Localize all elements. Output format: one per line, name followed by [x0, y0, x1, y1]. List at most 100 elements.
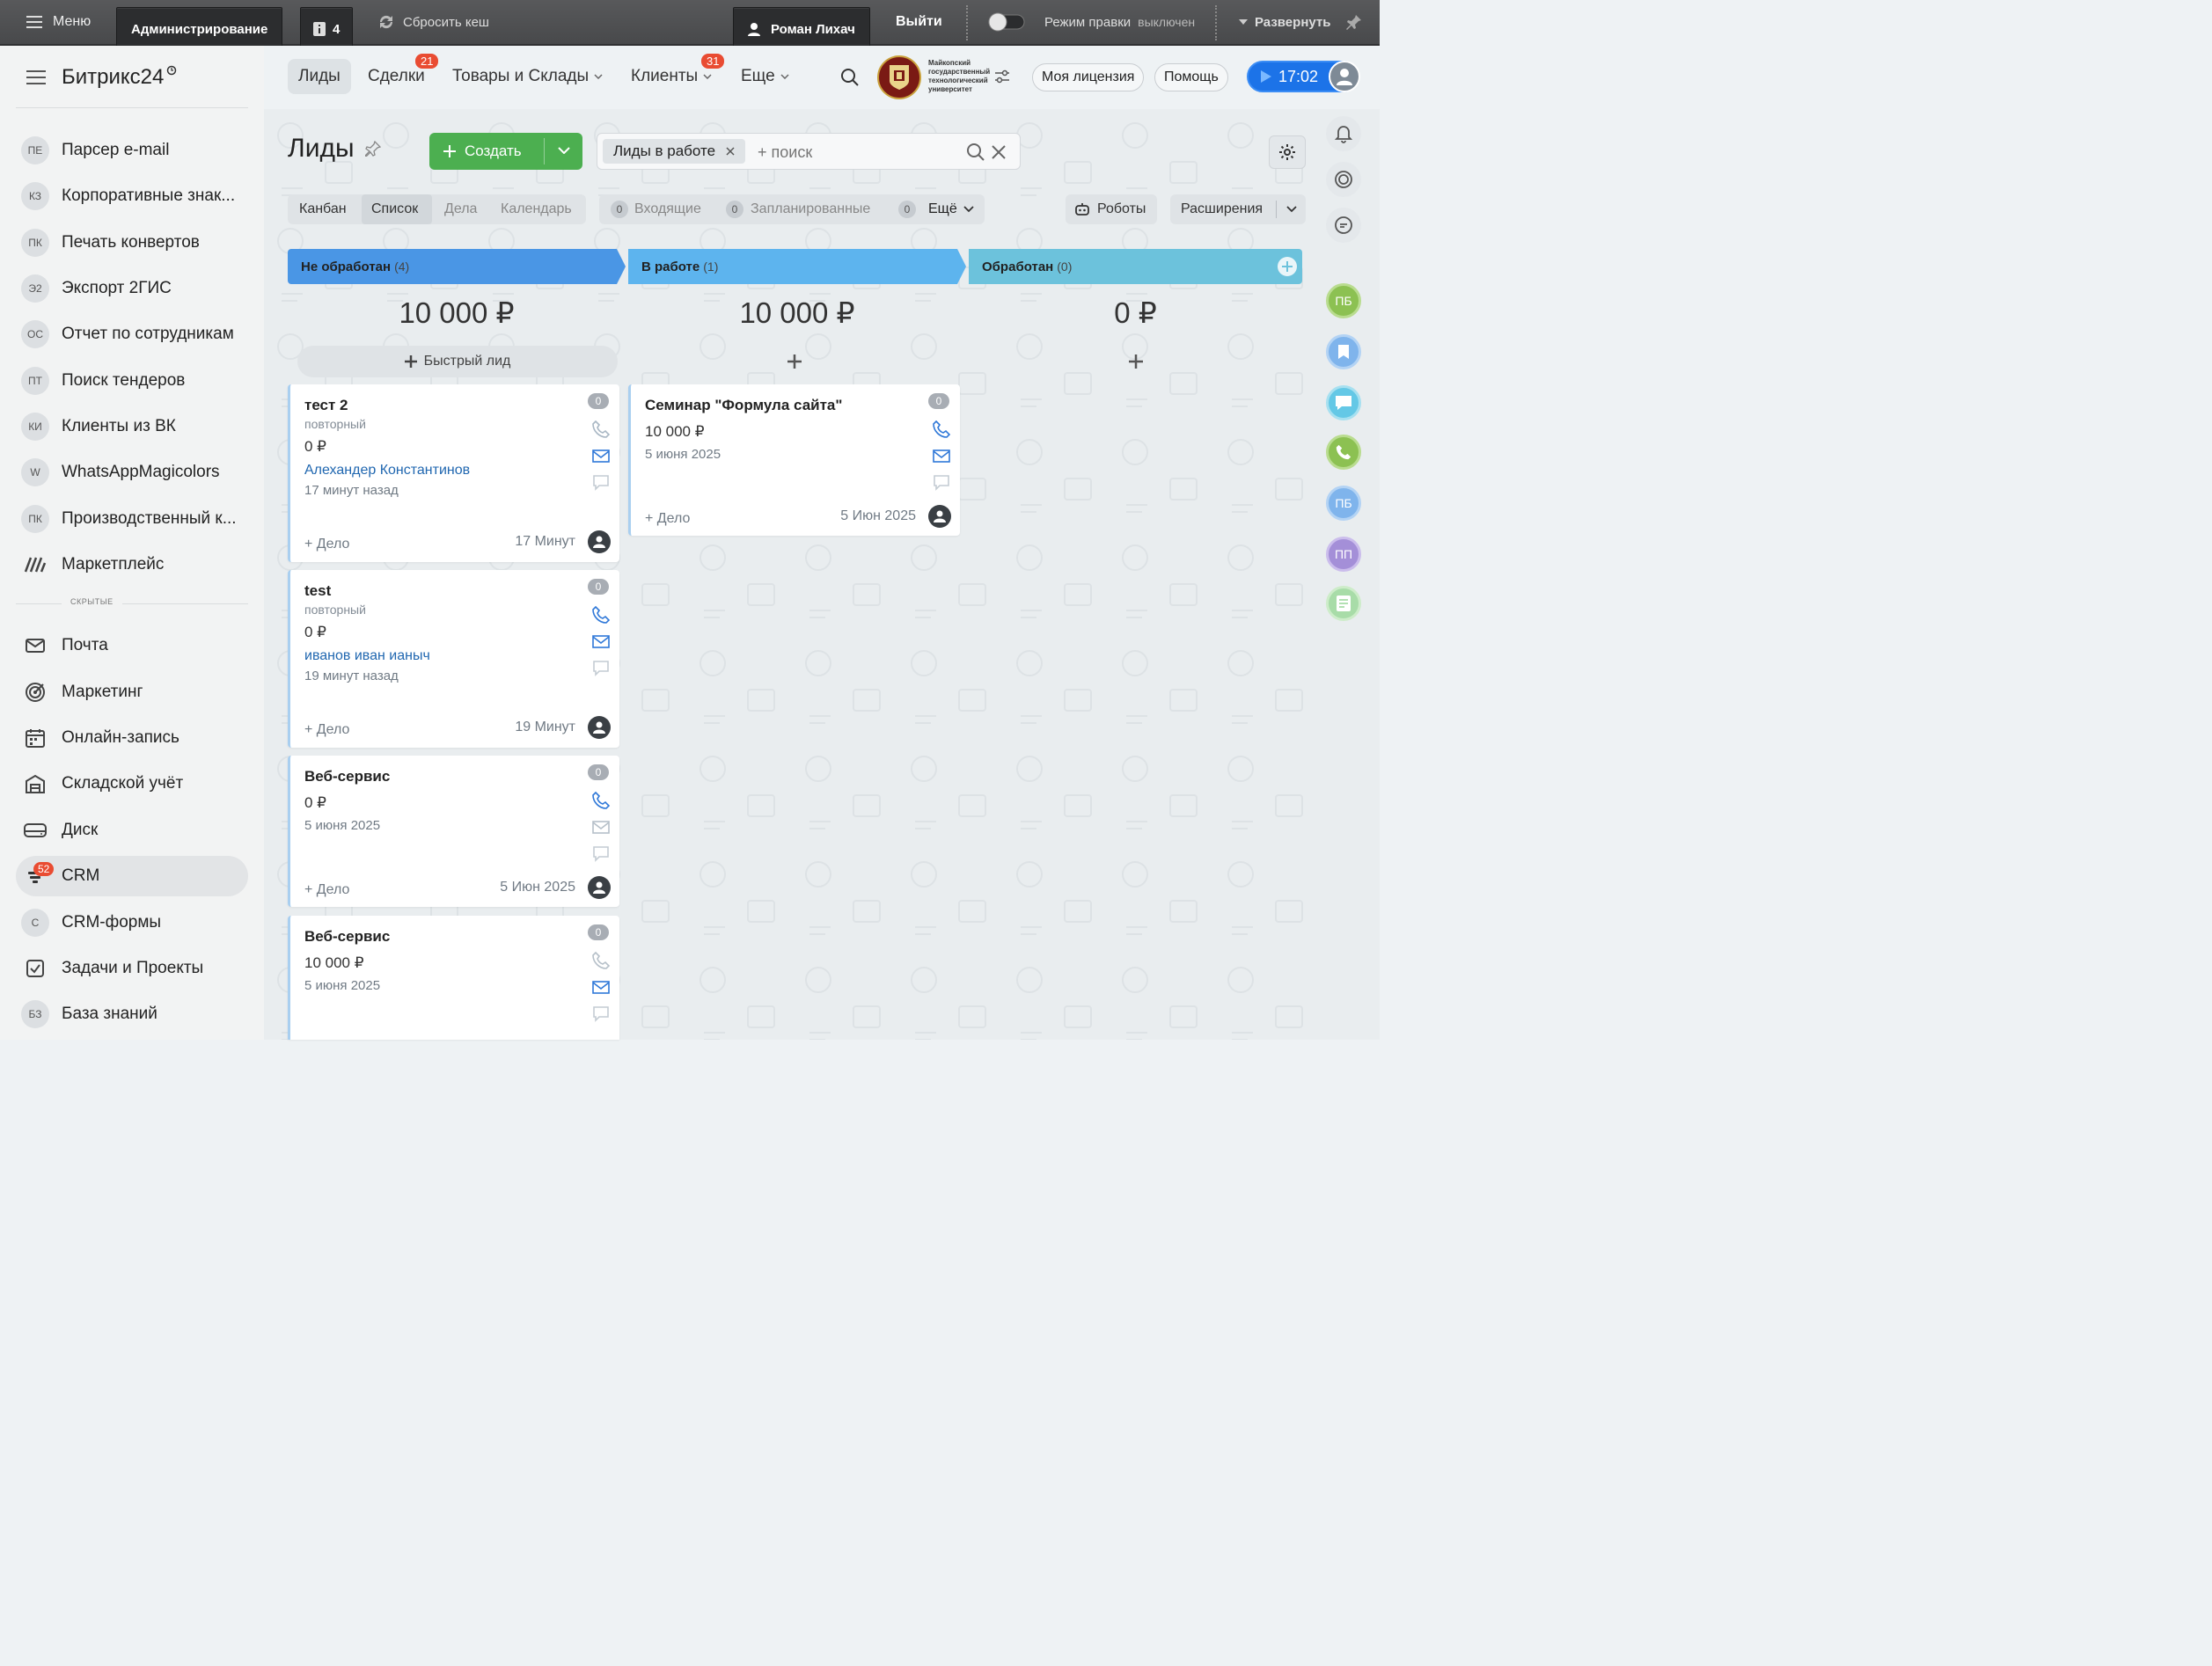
card-title[interactable]: тест 2	[304, 397, 348, 414]
sidebar-item-parser-email[interactable]: ПЕ Парсер e-mail	[16, 130, 248, 171]
sidebar-item-knowledge[interactable]: БЗ База знаний	[16, 994, 248, 1034]
email-icon[interactable]	[591, 446, 611, 465]
user-button[interactable]: Роман Лихач	[733, 7, 870, 51]
tab-leads[interactable]: Лиды	[288, 59, 351, 94]
phone-icon[interactable]	[591, 605, 611, 625]
add-card-plus-icon[interactable]	[1129, 354, 1143, 369]
create-button[interactable]: Создать	[429, 133, 582, 170]
search-icon[interactable]	[840, 68, 860, 87]
bookmark-icon[interactable]	[1326, 334, 1361, 369]
email-icon[interactable]	[932, 446, 951, 465]
sidebar-item-production[interactable]: ПК Производственный к...	[16, 499, 248, 539]
view-kanban[interactable]: Канбан	[299, 201, 347, 217]
card-contact-link[interactable]: иванов иван ианыч	[304, 648, 430, 664]
sidebar-item-corp-signs[interactable]: КЗ Корпоративные знак...	[16, 176, 248, 216]
counter-planned[interactable]: Запланированные	[751, 201, 870, 217]
sidebar-item-mail[interactable]: Почта	[16, 625, 248, 666]
sidebar-item-crm-forms[interactable]: С CRM-формы	[16, 902, 248, 943]
card-title[interactable]: Веб-сервис	[304, 928, 390, 946]
card-title[interactable]: test	[304, 582, 331, 600]
tab-clients[interactable]: Клиенты 31	[620, 52, 727, 94]
sidebar-item-tender-search[interactable]: ПТ Поиск тендеров	[16, 361, 248, 401]
view-calendar[interactable]: Календарь	[501, 201, 572, 217]
counter-more[interactable]: Ещё	[928, 201, 957, 217]
chat-icon[interactable]	[932, 472, 951, 492]
phone-call-icon[interactable]	[1326, 435, 1361, 470]
lead-card[interactable]: Веб-сервис 0 10 000 ₽ 5 июня 2025	[288, 916, 619, 1040]
sidebar-item-envelope-print[interactable]: ПК Печать конвертов	[16, 223, 248, 263]
stage-processed[interactable]: Обработан (0)	[969, 249, 1294, 284]
contact-avatar-pp[interactable]: ПП	[1326, 537, 1361, 572]
edit-mode-toggle[interactable]: Режим правки выключен	[988, 0, 1195, 44]
sidebar-item-marketplace[interactable]: Маркетплейс	[16, 544, 248, 585]
add-activity-link[interactable]: + Дело	[645, 511, 690, 527]
profile-avatar[interactable]	[1329, 61, 1360, 92]
quick-lead-button[interactable]: Быстрый лид	[297, 346, 618, 377]
robots-button[interactable]: Роботы	[1066, 194, 1157, 224]
search-input[interactable]	[758, 141, 951, 164]
clear-cache-button[interactable]: Сбросить кеш	[377, 0, 489, 44]
license-button[interactable]: Моя лицензия	[1032, 63, 1145, 91]
card-title[interactable]: Семинар "Формула сайта"	[645, 397, 842, 414]
settings-gear-icon[interactable]	[1269, 135, 1306, 169]
add-activity-link[interactable]: + Дело	[304, 882, 349, 898]
menu-button[interactable]: Меню	[26, 0, 91, 44]
email-icon[interactable]	[591, 977, 611, 997]
sidebar-item-tasks[interactable]: Задачи и Проекты	[16, 948, 248, 989]
tab-deals[interactable]: Сделки 21	[357, 52, 441, 94]
sidebar-item-staff-report[interactable]: ОС Отчет по сотрудникам	[16, 314, 248, 354]
add-card-plus-icon[interactable]	[787, 354, 802, 369]
chevron-down-icon[interactable]	[963, 206, 974, 213]
search-icon[interactable]	[967, 143, 985, 161]
chat-bubble-icon[interactable]	[1326, 385, 1361, 420]
phone-icon[interactable]	[591, 951, 611, 970]
tab-more[interactable]: Еще	[730, 59, 800, 94]
add-activity-link[interactable]: + Дело	[304, 722, 349, 738]
tab-products[interactable]: Товары и Склады	[442, 59, 613, 94]
email-icon[interactable]	[591, 632, 611, 651]
pulse-icon[interactable]	[1326, 162, 1361, 197]
responsible-avatar[interactable]	[588, 876, 611, 899]
hamburger-icon[interactable]	[26, 70, 46, 84]
sidebar-item-warehouse[interactable]: Складской учёт	[16, 764, 248, 804]
contact-avatar-pb-2[interactable]: ПБ	[1326, 486, 1361, 521]
chat-icon[interactable]	[591, 472, 611, 492]
org-logo[interactable]	[877, 55, 921, 99]
chat-icon[interactable]	[591, 844, 611, 863]
filter-tag[interactable]: Лиды в работе	[603, 139, 746, 164]
email-icon[interactable]	[591, 817, 611, 837]
phone-icon[interactable]	[932, 420, 951, 439]
messenger-icon[interactable]	[1326, 208, 1361, 243]
sidebar-item-marketing[interactable]: Маркетинг	[16, 672, 248, 712]
expand-button[interactable]: Развернуть	[1239, 0, 1330, 44]
lead-card[interactable]: Семинар "Формула сайта" 0 10 000 ₽ 5 июн…	[628, 384, 960, 536]
view-activities[interactable]: Дела	[444, 201, 477, 217]
sidebar-item-whatsapp[interactable]: W WhatsAppMagicolors	[16, 452, 248, 493]
settings-sliders-icon[interactable]	[994, 69, 1010, 84]
form-icon[interactable]	[1326, 586, 1361, 621]
responsible-avatar[interactable]	[928, 505, 951, 528]
lead-card[interactable]: тест 2 0 повторный 0 ₽ Алехандер Констан…	[288, 384, 619, 562]
sidebar-item-online-booking[interactable]: Онлайн-запись	[16, 718, 248, 758]
contact-avatar-pb[interactable]: ПБ	[1326, 283, 1361, 318]
phone-icon[interactable]	[591, 420, 611, 439]
lead-card[interactable]: test 0 повторный 0 ₽ иванов иван ианыч 1…	[288, 570, 619, 748]
view-list[interactable]: Список	[371, 201, 418, 217]
notifications-counter-button[interactable]: 4	[300, 7, 354, 51]
responsible-avatar[interactable]	[588, 530, 611, 553]
phone-icon[interactable]	[591, 791, 611, 810]
sidebar-item-export-2gis[interactable]: Э2 Экспорт 2ГИС	[16, 268, 248, 309]
administration-button[interactable]: Администрирование	[116, 7, 283, 51]
close-icon[interactable]	[726, 147, 735, 156]
stage-in-progress[interactable]: В работе (1)	[628, 249, 954, 284]
add-stage-icon[interactable]	[1278, 257, 1297, 276]
extensions-button[interactable]: Расширения	[1170, 194, 1306, 224]
card-title[interactable]: Веб-сервис	[304, 768, 390, 786]
pin-icon[interactable]	[364, 141, 381, 157]
sidebar-item-disk[interactable]: Диск	[16, 810, 248, 851]
responsible-avatar[interactable]	[588, 716, 611, 739]
chevron-down-icon[interactable]	[1286, 206, 1297, 213]
sidebar-item-crm[interactable]: 52 CRM	[16, 856, 248, 896]
lead-card[interactable]: Веб-сервис 0 0 ₽ 5 июня 2025 + Дело 5 Ию…	[288, 756, 619, 907]
clear-search-icon[interactable]	[992, 145, 1006, 159]
